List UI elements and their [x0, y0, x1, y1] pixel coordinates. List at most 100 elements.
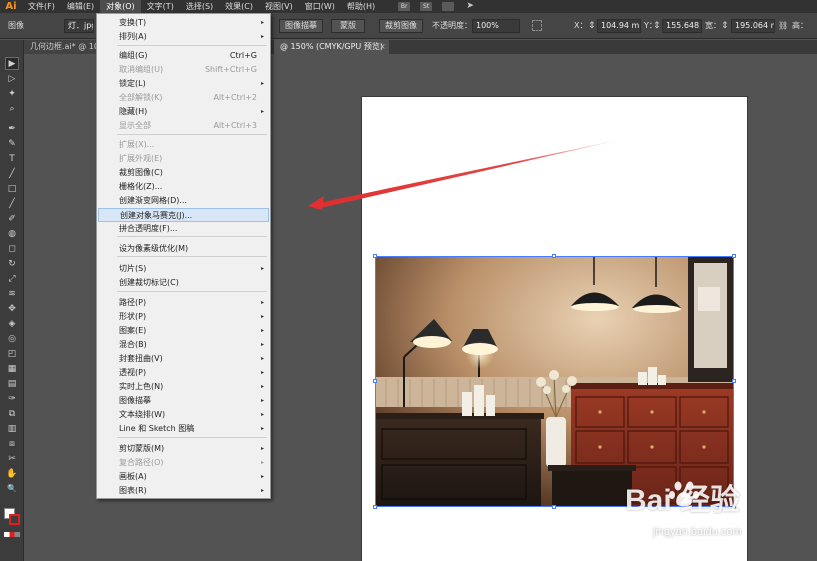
- menu-item-14[interactable]: 拼合透明度(F)...: [98, 222, 269, 236]
- eyedropper-tool-icon[interactable]: ▤: [5, 377, 19, 390]
- menu-select[interactable]: 选择(S): [180, 0, 219, 13]
- menu-item-12[interactable]: 创建渐变网格(D)...: [98, 194, 269, 208]
- color-mode-icons[interactable]: [4, 532, 20, 537]
- opacity-input[interactable]: 100%: [472, 19, 520, 33]
- menu-item-28[interactable]: 剪切蒙版(M) ▸: [98, 442, 269, 456]
- eraser-tool-icon[interactable]: ◻: [5, 242, 19, 255]
- lasso-tool-icon[interactable]: ⌕: [5, 102, 19, 115]
- menu-item-1[interactable]: 排列(A) ▸: [98, 30, 269, 44]
- x-stepper-icon[interactable]: ⇕: [588, 19, 596, 33]
- tab-document-1[interactable]: 几何边框.ai* @ 10: [24, 40, 96, 54]
- placed-image[interactable]: [376, 257, 733, 506]
- width-input[interactable]: 195.064 m: [731, 19, 775, 33]
- blob-brush-tool-icon[interactable]: ◍: [5, 227, 19, 240]
- menu-window[interactable]: 窗口(W): [299, 0, 341, 13]
- menu-item-3[interactable]: 取消编组(U) Shift+Ctrl+G: [98, 63, 269, 77]
- bridge-icon[interactable]: Br: [398, 2, 411, 11]
- free-transform-tool-icon[interactable]: ✥: [5, 302, 19, 315]
- stroke-swatch-icon[interactable]: [9, 514, 20, 525]
- menu-file[interactable]: 文件(F): [22, 0, 61, 13]
- menu-help[interactable]: 帮助(H): [341, 0, 381, 13]
- stock-icon[interactable]: St: [420, 2, 433, 11]
- menu-item-26[interactable]: 文本绕排(W) ▸: [98, 408, 269, 422]
- menu-item-16[interactable]: 切片(S) ▸: [98, 262, 269, 276]
- menu-edit[interactable]: 编辑(E): [61, 0, 100, 13]
- menu-item-24[interactable]: 实时上色(N) ▸: [98, 380, 269, 394]
- menu-item-31[interactable]: 图表(R) ▸: [98, 484, 269, 498]
- crop-image-button[interactable]: 裁剪图像: [379, 19, 423, 33]
- menu-item-9[interactable]: 扩展外观(E): [98, 152, 269, 166]
- blend-tool-icon[interactable]: ✑: [5, 392, 19, 405]
- pen-tool-icon[interactable]: ✒: [5, 122, 19, 135]
- linked-file-field[interactable]: 灯．jpg: [64, 19, 94, 33]
- menu-item-6[interactable]: 隐藏(H) ▸: [98, 105, 269, 119]
- menu-item-27[interactable]: Line 和 Sketch 图稿 ▸: [98, 422, 269, 436]
- menu-item-2[interactable]: 编组(G) Ctrl+G: [98, 49, 269, 63]
- submenu-arrow-icon: ▸: [260, 33, 264, 40]
- mask-button[interactable]: 蒙版: [331, 19, 365, 33]
- perspective-grid-tool-icon[interactable]: ◎: [5, 332, 19, 345]
- menu-item-15[interactable]: 设为像素级优化(M): [98, 242, 269, 256]
- symbol-sprayer-tool-icon[interactable]: ⧉: [5, 407, 19, 420]
- direct-selection-tool-icon[interactable]: ▷: [5, 72, 19, 85]
- image-trace-button[interactable]: 图像描摹: [279, 19, 323, 33]
- menu-item-20[interactable]: 图案(E) ▸: [98, 324, 269, 338]
- menu-object[interactable]: 对象(O): [100, 0, 141, 13]
- tab-document-2[interactable]: @ 150% (CMYK/GPU 预览): [274, 40, 389, 54]
- menu-view[interactable]: 视图(V): [259, 0, 299, 13]
- line-tool-icon[interactable]: ╱: [5, 167, 19, 180]
- menu-item-19[interactable]: 形状(P) ▸: [98, 310, 269, 324]
- menu-item-8[interactable]: 扩展(X)...: [98, 138, 269, 152]
- menu-item-23[interactable]: 透视(P) ▸: [98, 366, 269, 380]
- hand-tool-icon[interactable]: ✋: [5, 467, 19, 480]
- y-input[interactable]: 155.648 m: [662, 19, 702, 33]
- submenu-arrow-icon: ▸: [260, 487, 264, 494]
- paintbrush-tool-icon[interactable]: ╱: [5, 197, 19, 210]
- menu-item-22[interactable]: 封套扭曲(V) ▸: [98, 352, 269, 366]
- artboard-tool-icon[interactable]: ⧈: [5, 437, 19, 450]
- object-menu-dropdown: 变换(T) ▸ 排列(A) ▸ 编组(G) Ctrl+G 取消编组(U) Shift+Ctrl…: [96, 13, 271, 499]
- menu-effect[interactable]: 效果(C): [219, 0, 259, 13]
- menu-item-5[interactable]: 全部解锁(K) Alt+Ctrl+2: [98, 91, 269, 105]
- menu-item-7[interactable]: 显示全部 Alt+Ctrl+3: [98, 119, 269, 133]
- align-icon[interactable]: [532, 20, 542, 31]
- menu-item-10[interactable]: 裁剪图像(C): [98, 166, 269, 180]
- column-graph-tool-icon[interactable]: ▥: [5, 422, 19, 435]
- menu-item-29[interactable]: 复合路径(O) ▸: [98, 456, 269, 470]
- menu-item-30[interactable]: 画板(A) ▸: [98, 470, 269, 484]
- menu-item-21[interactable]: 混合(B) ▸: [98, 338, 269, 352]
- link-proportions-icon[interactable]: ⛓: [778, 19, 788, 33]
- send-icon[interactable]: ➤: [464, 2, 476, 11]
- menu-item-25[interactable]: 图像描摹 ▸: [98, 394, 269, 408]
- warp-tool-icon[interactable]: ≋: [5, 287, 19, 300]
- rectangle-tool-icon[interactable]: □: [5, 182, 19, 195]
- menu-item-label: 编组(G): [119, 51, 148, 60]
- y-stepper-icon[interactable]: ⇕: [653, 19, 661, 33]
- slice-tool-icon[interactable]: ✂: [5, 452, 19, 465]
- gradient-tool-icon[interactable]: ▦: [5, 362, 19, 375]
- x-input[interactable]: 104.94 mm: [597, 19, 641, 33]
- rotate-tool-icon[interactable]: ↻: [5, 257, 19, 270]
- w-stepper-icon[interactable]: ⇕: [721, 19, 729, 33]
- menu-item-13[interactable]: 创建对象马赛克(J)...: [98, 208, 269, 222]
- menu-item-0[interactable]: 变换(T) ▸: [98, 16, 269, 30]
- type-tool-icon[interactable]: T: [5, 152, 19, 165]
- scale-tool-icon[interactable]: ⤢: [5, 272, 19, 285]
- close-tab-icon[interactable]: ×: [379, 40, 386, 54]
- selection-tool-icon[interactable]: ▶: [5, 57, 19, 70]
- menu-item-11[interactable]: 栅格化(Z)...: [98, 180, 269, 194]
- mesh-tool-icon[interactable]: ◰: [5, 347, 19, 360]
- pencil-tool-icon[interactable]: ✐: [5, 212, 19, 225]
- shape-builder-tool-icon[interactable]: ◈: [5, 317, 19, 330]
- magic-wand-tool-icon[interactable]: ✦: [5, 87, 19, 100]
- menu-type[interactable]: 文字(T): [141, 0, 180, 13]
- submenu-arrow-icon: ▸: [260, 369, 264, 376]
- curvature-tool-icon[interactable]: ✎: [5, 137, 19, 150]
- workspace-layout-icon[interactable]: [442, 2, 455, 11]
- menu-item-label: 扩展外观(E): [119, 154, 163, 163]
- menu-item-4[interactable]: 锁定(L) ▸: [98, 77, 269, 91]
- zoom-tool-icon[interactable]: 🔍: [5, 482, 19, 495]
- x-label: X：: [574, 21, 588, 30]
- menu-item-18[interactable]: 路径(P) ▸: [98, 296, 269, 310]
- menu-item-17[interactable]: 创建裁切标记(C): [98, 276, 269, 290]
